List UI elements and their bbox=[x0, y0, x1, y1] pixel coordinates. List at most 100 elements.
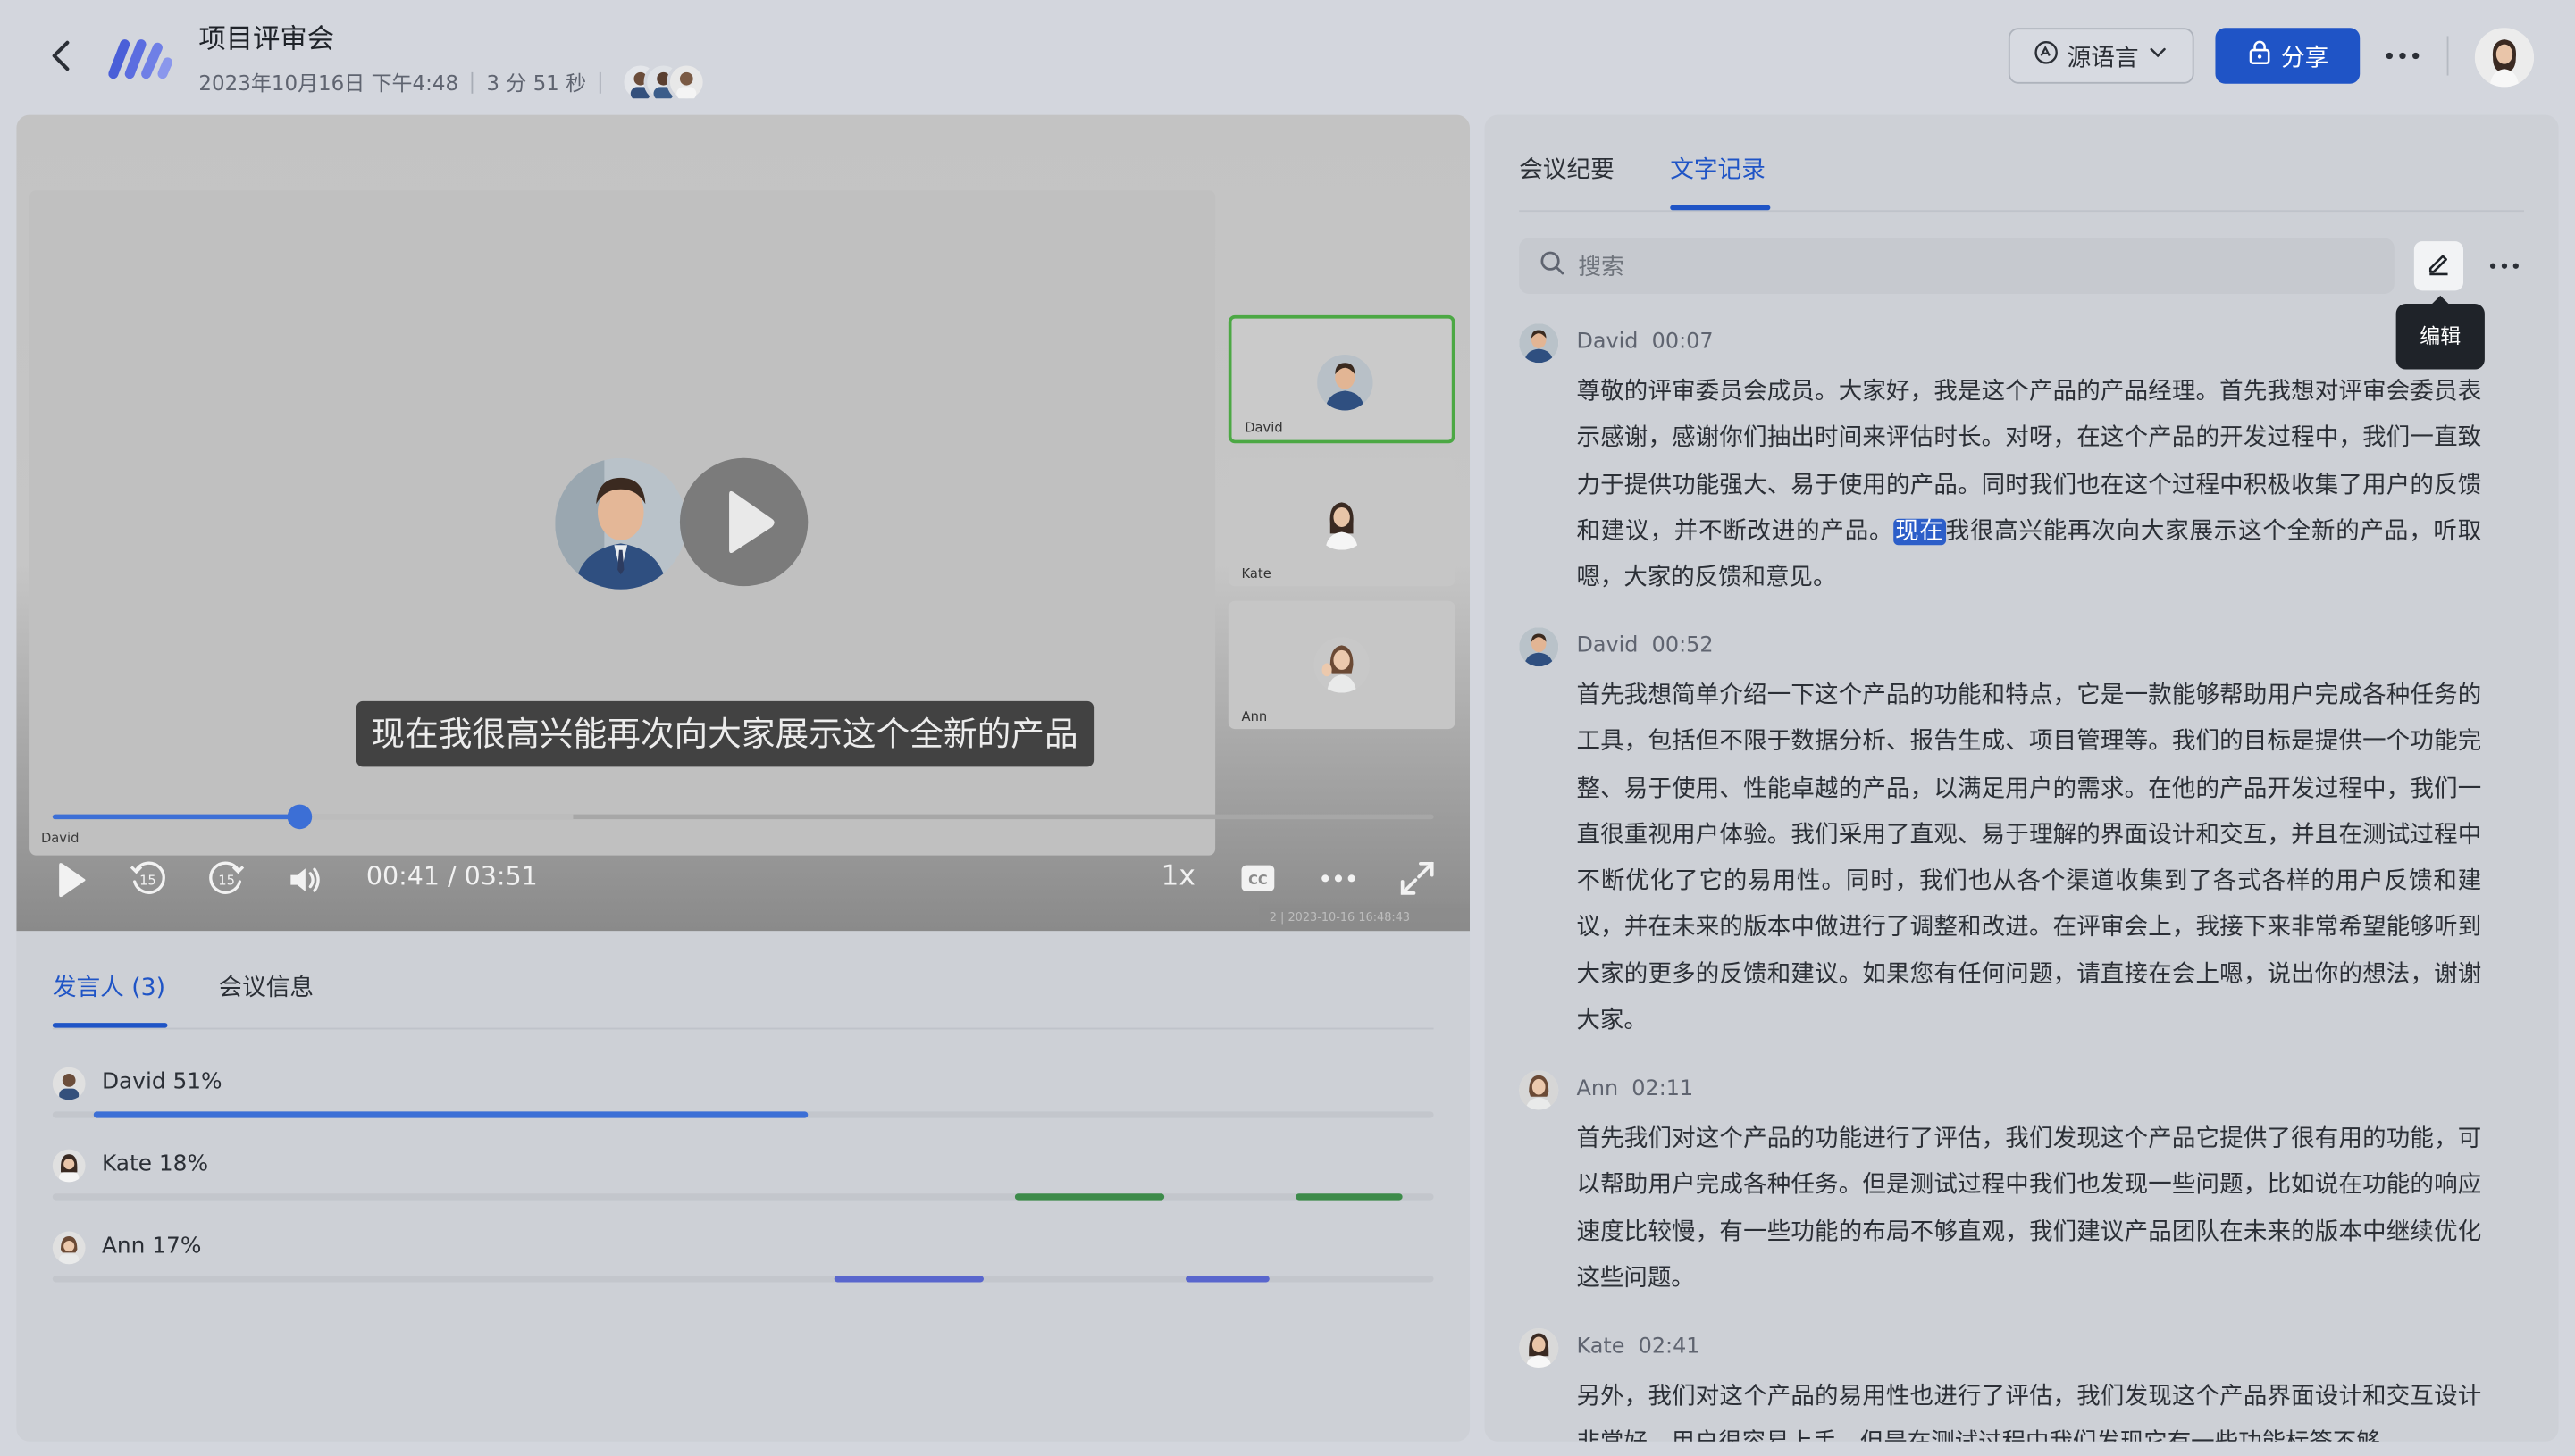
speaker-name: Ann bbox=[1576, 1076, 1619, 1102]
active-tab-indicator bbox=[52, 1023, 168, 1028]
avatar bbox=[1519, 323, 1559, 364]
closed-caption-icon[interactable]: CC bbox=[1240, 864, 1276, 893]
share-button[interactable]: 分享 bbox=[2215, 28, 2361, 84]
language-select[interactable]: 源语言 bbox=[2008, 28, 2194, 84]
more-icon[interactable] bbox=[1317, 862, 1360, 895]
search-icon bbox=[1539, 249, 1564, 282]
edit-button[interactable] bbox=[2413, 241, 2463, 291]
timestamp[interactable]: 02:11 bbox=[1631, 1077, 1693, 1102]
active-speaker-avatar bbox=[555, 457, 687, 590]
current-speaker-label: David bbox=[40, 831, 80, 846]
avatar bbox=[1317, 355, 1373, 411]
transcript-text[interactable]: 另外，我们对这个产品的易用性也进行了评估，我们发现这个产品界面设计和交互设计非常… bbox=[1576, 1374, 2481, 1441]
search-input[interactable]: 搜索 bbox=[1519, 238, 2395, 295]
progress-handle[interactable] bbox=[287, 804, 312, 830]
current-word-highlight: 现在 bbox=[1893, 518, 1946, 546]
timestamp[interactable]: 02:41 bbox=[1639, 1335, 1700, 1360]
notes-tabs: 会议纪要 文字记录 bbox=[1519, 151, 2525, 213]
participant-label: Ann bbox=[1241, 709, 1268, 724]
speaking-segment[interactable] bbox=[94, 1111, 809, 1118]
app-logo-icon bbox=[108, 29, 174, 85]
share-label: 分享 bbox=[2280, 45, 2329, 71]
speaker-name: Kate bbox=[1576, 1335, 1625, 1360]
meeting-meta: 2023年10月16日 下午4:48 3 分 51 秒 bbox=[198, 66, 614, 97]
stats-tabs: 发言人 (3) 会议信息 bbox=[52, 968, 1434, 1030]
speaker-name: David bbox=[1576, 633, 1639, 659]
avatar bbox=[1519, 1070, 1559, 1110]
chevron-down-icon bbox=[2147, 41, 2170, 71]
search-placeholder: 搜索 bbox=[1578, 254, 1624, 281]
avatar bbox=[52, 1067, 86, 1100]
top-bar: 项目评审会 2023年10月16日 下午4:48 3 分 51 秒 源语言 分享 bbox=[0, 0, 2575, 115]
speaker-share-label: Ann 17% bbox=[101, 1233, 202, 1259]
avatar bbox=[1519, 1327, 1559, 1368]
lock-share-icon bbox=[2246, 39, 2272, 72]
rewind-15-icon[interactable]: 15 bbox=[128, 858, 167, 898]
active-tab-indicator bbox=[1670, 205, 1771, 211]
back-icon[interactable] bbox=[43, 33, 79, 79]
translate-icon bbox=[2033, 39, 2059, 72]
notes-panel: 会议纪要 文字记录 搜索 编辑 David 00:07 尊敬的评审委员会成员。大… bbox=[1484, 114, 2559, 1442]
avatar bbox=[52, 1149, 86, 1183]
volume-icon[interactable] bbox=[286, 860, 325, 900]
avatar bbox=[52, 1231, 86, 1265]
transcript-text[interactable]: 首先我们对这个产品的功能进行了评估，我们发现这个产品它提供了很有用的功能，可以帮… bbox=[1576, 1117, 2481, 1302]
speaker-timeline bbox=[52, 1193, 1434, 1201]
participant-label: Kate bbox=[1241, 566, 1271, 582]
avatar bbox=[1313, 637, 1370, 693]
transcript-text[interactable]: 首先我想简单介绍一下这个产品的功能和特点，它是一款能够帮助用户完成各种任务的工具… bbox=[1576, 674, 2481, 1045]
tab-transcript[interactable]: 文字记录 bbox=[1670, 151, 1766, 186]
video-player[interactable]: David Kate Ann 现在我很高兴能再次向大家展示这个全新的产品 Dav… bbox=[16, 114, 1471, 932]
participant-tile-kate[interactable]: Kate bbox=[1228, 457, 1455, 587]
play-icon[interactable] bbox=[53, 860, 88, 900]
play-button[interactable] bbox=[679, 457, 809, 587]
tab-meeting-info[interactable]: 会议信息 bbox=[218, 968, 314, 1003]
cc-label: CC bbox=[1248, 873, 1268, 888]
recording-panel: David Kate Ann 现在我很高兴能再次向大家展示这个全新的产品 Dav… bbox=[16, 114, 1471, 1442]
forward-15-icon[interactable]: 15 bbox=[207, 858, 247, 898]
participant-tile-ann[interactable]: Ann bbox=[1228, 600, 1455, 730]
avatar bbox=[667, 62, 707, 102]
entry-header: Kate 02:41 bbox=[1576, 1335, 1699, 1360]
meeting-duration: 3 分 51 秒 bbox=[486, 71, 587, 96]
progress-fill bbox=[52, 814, 298, 820]
pencil-icon bbox=[2426, 249, 2452, 282]
rewind-seconds: 15 bbox=[139, 874, 156, 889]
tab-speakers[interactable]: 发言人 (3) bbox=[53, 968, 165, 1003]
video-subtitle: 现在我很高兴能再次向大家展示这个全新的产品 bbox=[356, 700, 1094, 767]
speaking-segment[interactable] bbox=[834, 1276, 984, 1283]
timestamp[interactable]: 00:52 bbox=[1652, 633, 1714, 658]
video-watermark: 2 | 2023-10-16 16:48:43 bbox=[1259, 904, 1471, 932]
speaker-share-label: David 51% bbox=[101, 1068, 222, 1095]
user-avatar[interactable] bbox=[2474, 28, 2535, 88]
speaker-row-kate[interactable]: Kate 18% bbox=[52, 1149, 1434, 1216]
speaker-row-ann[interactable]: Ann 17% bbox=[52, 1231, 1434, 1298]
speaking-segment[interactable] bbox=[1295, 1193, 1402, 1201]
speaker-row-david[interactable]: David 51% bbox=[52, 1067, 1434, 1134]
entry-header: David 00:52 bbox=[1576, 633, 1713, 658]
timestamp[interactable]: 00:07 bbox=[1652, 330, 1714, 355]
speaking-segment[interactable] bbox=[1186, 1276, 1270, 1283]
participant-avatars[interactable] bbox=[620, 62, 713, 102]
meeting-title: 项目评审会 bbox=[198, 22, 335, 54]
speaker-share-label: Kate 18% bbox=[101, 1151, 209, 1177]
speaker-name: David bbox=[1576, 330, 1639, 356]
more-icon[interactable] bbox=[2483, 247, 2526, 286]
edit-tooltip: 编辑 bbox=[2395, 304, 2485, 370]
playback-speed[interactable]: 1x bbox=[1161, 860, 1195, 893]
playback-time: 00:41 / 03:51 bbox=[365, 861, 538, 892]
language-label: 源语言 bbox=[2067, 45, 2139, 71]
divider bbox=[2446, 36, 2449, 76]
entry-header: Ann 02:11 bbox=[1576, 1077, 1693, 1102]
tab-summary[interactable]: 会议纪要 bbox=[1519, 151, 1615, 186]
participant-tile-david[interactable]: David bbox=[1228, 314, 1455, 444]
avatar bbox=[1519, 627, 1559, 667]
forward-seconds: 15 bbox=[218, 874, 235, 889]
fullscreen-icon[interactable] bbox=[1397, 858, 1437, 898]
participant-label: David bbox=[1245, 420, 1283, 436]
entry-header: David 00:07 bbox=[1576, 330, 1713, 355]
more-icon[interactable] bbox=[2379, 33, 2425, 79]
transcript-text[interactable]: 尊敬的评审委员会成员。大家好，我是这个产品的产品经理。首先我想对评审会委员表示感… bbox=[1576, 370, 2481, 602]
speaking-segment[interactable] bbox=[1015, 1193, 1165, 1201]
avatar bbox=[1313, 494, 1370, 550]
